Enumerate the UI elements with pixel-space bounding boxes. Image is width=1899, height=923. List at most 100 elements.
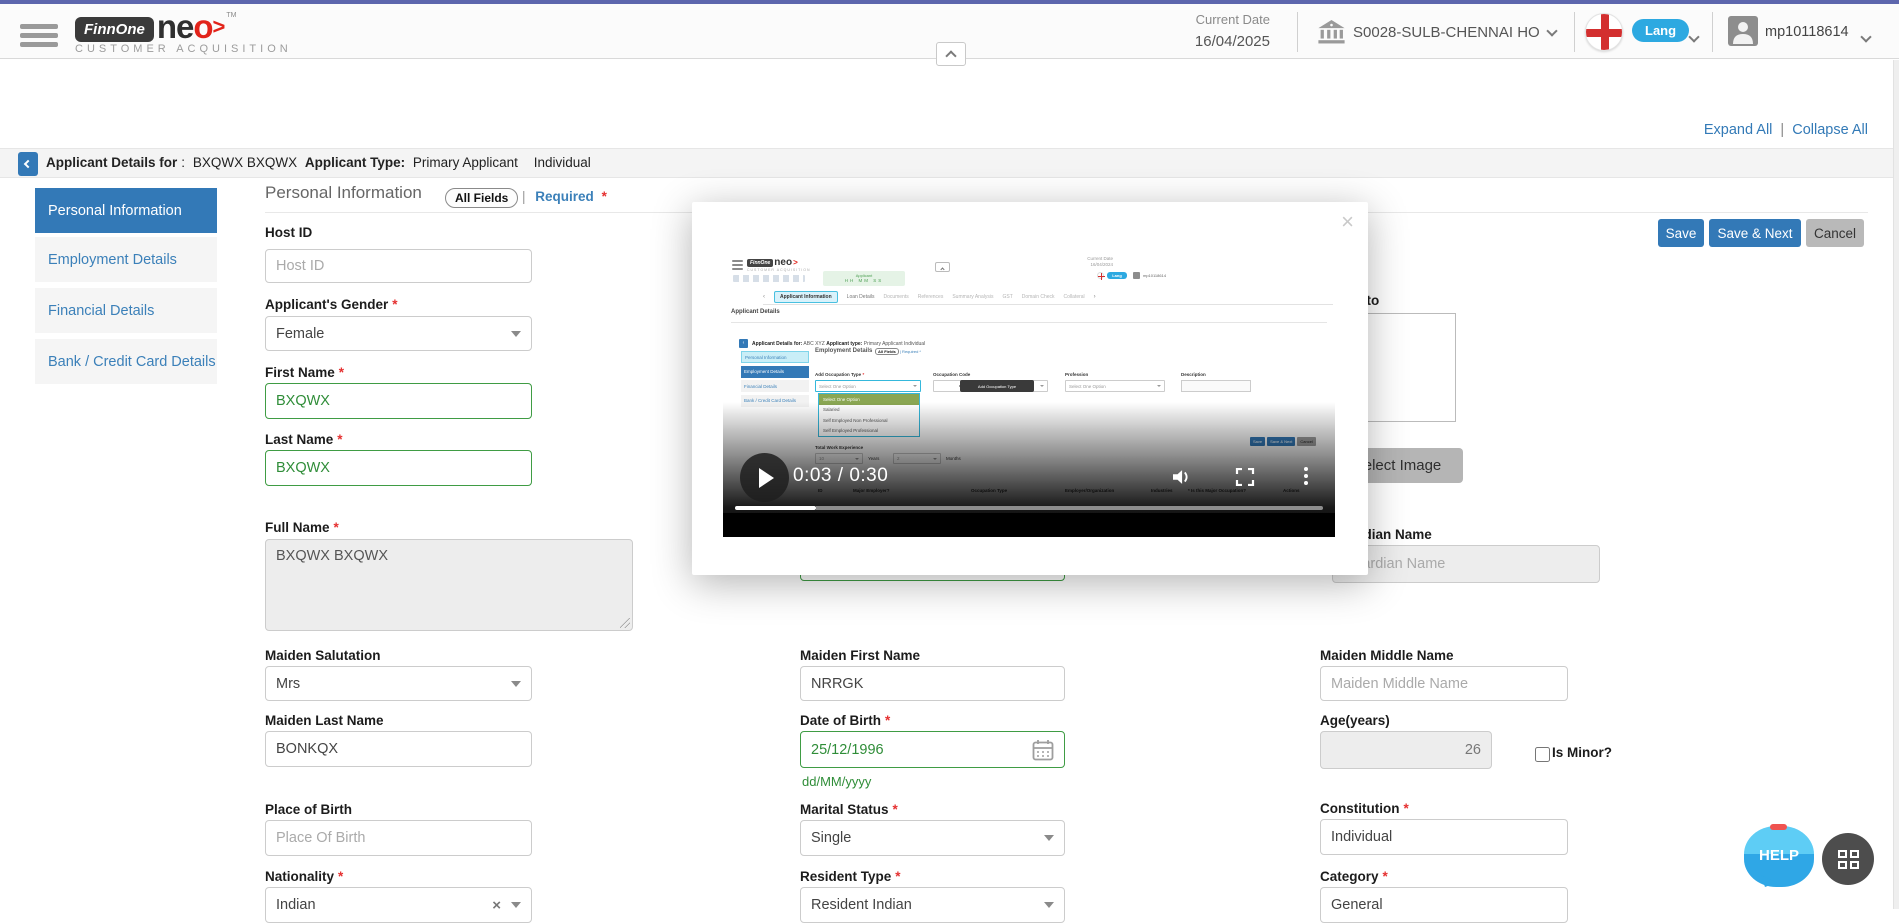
branch-name: S0028-SULB-CHENNAI HO (1353, 24, 1540, 41)
gender-label: Applicant's Gender (265, 297, 388, 312)
place-of-birth-input[interactable] (265, 820, 532, 856)
maiden-last-name-input[interactable] (265, 731, 532, 767)
sidebar-item-personal-information[interactable]: Personal Information (35, 188, 217, 233)
full-name-textarea[interactable]: BXQWX BXQWX (265, 539, 633, 631)
maiden-salutation-value: Mrs (276, 676, 300, 692)
maiden-middle-name-input[interactable] (1320, 666, 1568, 701)
required-star: * (392, 297, 397, 312)
legend-pipe: | (522, 189, 526, 204)
marital-status-select[interactable]: Single (800, 820, 1065, 856)
mini-profession-select: Select One Option (1065, 380, 1165, 392)
video-time: 0:03 / 0:30 (793, 465, 888, 487)
date-of-birth-label: Date of Birth (800, 713, 881, 728)
gender-value: Female (276, 326, 324, 342)
sidebar-item-bank-credit-card-details[interactable]: Bank / Credit Card Details (35, 339, 217, 384)
last-name-input[interactable] (265, 450, 532, 486)
nationality-select[interactable]: Indian × (265, 887, 532, 923)
links-separator: | (1780, 122, 1784, 138)
collapse-all-link[interactable]: Collapse All (1792, 122, 1868, 138)
hamburger-menu-icon[interactable] (20, 24, 58, 48)
user-chevron-down-icon[interactable] (1862, 28, 1870, 46)
volume-icon[interactable] (1173, 468, 1193, 486)
mini-profession-label: Profession (1065, 372, 1088, 377)
required-star: * (334, 520, 339, 535)
sidebar-item-label: Employment Details (48, 252, 177, 268)
nationality-label: Nationality (265, 869, 334, 884)
host-id-input[interactable] (265, 249, 532, 283)
first-name-input[interactable] (265, 383, 532, 419)
fullscreen-icon[interactable] (1235, 468, 1255, 486)
sidebar-item-employment-details[interactable]: Employment Details (35, 237, 217, 282)
mini-tab-bar: ‹ Applicant Information Loan Details Doc… (763, 290, 1333, 305)
required-star: * (895, 869, 900, 884)
mini-applicant-timer-chip: Applicant HH MM SS (823, 271, 905, 286)
maiden-salutation-select[interactable]: Mrs (265, 666, 532, 701)
back-button[interactable] (18, 152, 38, 176)
language-flag-icon[interactable] (1585, 13, 1623, 51)
gender-select[interactable]: Female (265, 316, 532, 351)
mini-chip-line2: HH MM SS (823, 278, 905, 283)
help-button[interactable]: HELP (1744, 826, 1814, 887)
first-name-label: First Name (265, 365, 335, 380)
header-collapse-toggle[interactable] (936, 42, 966, 66)
is-minor-checkbox[interactable] (1535, 747, 1550, 762)
logo-subtitle: CUSTOMER ACQUISITION (75, 43, 292, 55)
cancel-button[interactable]: Cancel (1806, 219, 1864, 247)
scrollbar-track[interactable] (1893, 60, 1899, 909)
video-tutorial-modal: × FinnOne neo > CUSTOMER ACQUISITION Cur… (692, 202, 1368, 575)
expand-all-link[interactable]: Expand All (1704, 122, 1773, 138)
mini-tab-documents: Documents (883, 294, 908, 300)
mini-current-date-label: Current Date (1053, 256, 1113, 261)
trademark-label: TM (226, 12, 236, 19)
textarea-resize-handle[interactable] (620, 618, 630, 628)
mini-tooltip: Add Occupation Type (960, 380, 1034, 392)
clear-icon[interactable]: × (492, 897, 501, 914)
mini-sidebar: Personal Information Employment Details … (741, 351, 809, 409)
sidebar-item-financial-details[interactable]: Financial Details (35, 288, 217, 333)
neo-logo-arrow-icon: > (213, 12, 226, 42)
lang-chevron-down-icon[interactable] (1690, 28, 1698, 46)
mini-tab-next-icon: › (1094, 294, 1096, 300)
username-menu[interactable]: mp10118614 (1765, 24, 1849, 40)
mini-tab-loan-details: Loan Details (847, 294, 875, 300)
applicant-type-label: Applicant Type: (305, 155, 405, 170)
chevron-down-icon (511, 902, 521, 908)
maiden-first-name-label: Maiden First Name (800, 648, 920, 663)
maiden-middle-name-label: Maiden Middle Name (1320, 648, 1454, 663)
sidebar-item-label: Financial Details (48, 303, 154, 319)
required-star: * (339, 365, 344, 380)
mini-back-button: ‹ (739, 339, 748, 348)
lang-button[interactable]: Lang (1632, 19, 1689, 42)
resident-type-value: Resident Indian (811, 897, 912, 913)
mini-all-fields-badge: All Fields (875, 348, 899, 355)
close-icon[interactable]: × (1341, 212, 1354, 232)
all-fields-badge[interactable]: All Fields (445, 188, 518, 208)
mini-breadcrumb-label: Applicant Details for: (752, 341, 802, 347)
date-of-birth-input[interactable]: 25/12/1996 (800, 731, 1065, 768)
header-divider (1712, 12, 1713, 52)
category-input[interactable] (1320, 887, 1568, 923)
required-star: * (337, 432, 342, 447)
mini-tab-prev-icon: ‹ (763, 294, 765, 300)
more-options-icon[interactable] (1303, 467, 1309, 488)
mini-form-badges: All Fields | Required * (875, 349, 921, 354)
play-button[interactable] (740, 453, 789, 502)
mini-hamburger-icon (732, 260, 743, 272)
maiden-first-name-input[interactable] (800, 666, 1065, 701)
marital-status-value: Single (811, 830, 851, 846)
app-grid-button[interactable] (1822, 833, 1874, 885)
mini-lang-button: Lang (1107, 272, 1127, 279)
mini-required-legend: | Required * (900, 349, 921, 354)
resident-type-select[interactable]: Resident Indian (800, 887, 1065, 923)
branch-selector[interactable]: S0028-SULB-CHENNAI HO (1318, 20, 1556, 44)
save-and-next-button[interactable]: Save & Next (1709, 219, 1801, 247)
video-player[interactable]: FinnOne neo > CUSTOMER ACQUISITION Curre… (723, 252, 1335, 537)
mini-tab-applicant-information: Applicant Information (774, 291, 838, 303)
required-star: * (893, 802, 898, 817)
bank-icon (1318, 20, 1345, 44)
user-avatar[interactable] (1728, 16, 1758, 46)
mini-breadcrumb-type-label: Applicant type: (826, 341, 862, 347)
calendar-icon[interactable] (1032, 739, 1054, 761)
save-button[interactable]: Save (1658, 219, 1704, 247)
constitution-input[interactable] (1320, 819, 1568, 855)
